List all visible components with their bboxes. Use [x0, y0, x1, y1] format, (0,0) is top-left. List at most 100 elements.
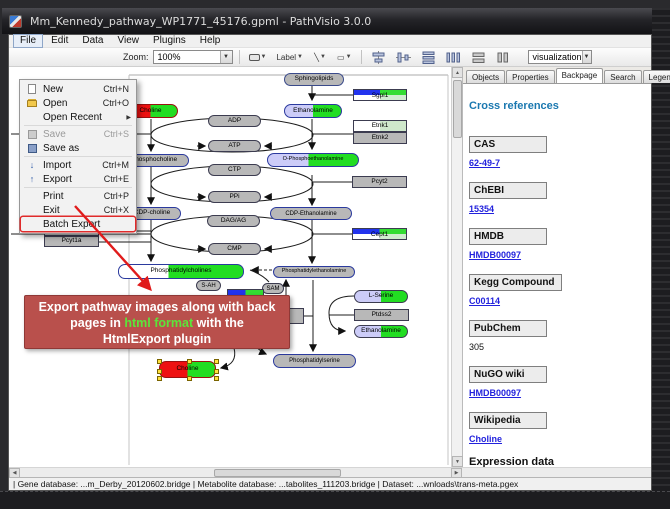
file-menu-item-import[interactable]: ↓ImportCtrl+M [21, 158, 135, 172]
menu-data[interactable]: Data [76, 35, 109, 47]
annotation-box: Export pathway images along with back pa… [24, 295, 290, 349]
zoom-label: Zoom: [123, 52, 149, 62]
file-menu-item-save-as[interactable]: Save as [21, 141, 135, 155]
pathway-node-sam[interactable]: SAM [262, 283, 284, 294]
chevron-down-icon[interactable]: ▼ [297, 54, 303, 60]
expression-data-heading: Expression data [469, 456, 643, 467]
menu-separator [24, 187, 132, 188]
scroll-right-icon[interactable]: ▶ [451, 468, 462, 478]
scroll-up-icon[interactable]: ▲ [452, 67, 463, 78]
horizontal-scroll-thumb[interactable] [214, 469, 341, 477]
import-icon: ↓ [24, 161, 40, 170]
pathway-node-dag-ag[interactable]: DAG/AG [207, 215, 260, 227]
selection-handle[interactable] [214, 369, 219, 374]
tab-search[interactable]: Search [604, 70, 641, 83]
pathway-node-cdp-ethanolamine[interactable]: CDP-Ethanolamine [270, 207, 352, 220]
xref-link-c00114[interactable]: C00114 [469, 296, 500, 306]
pathway-node-phosphatidylserine[interactable]: Phosphatidylserine [273, 354, 356, 368]
selection-handle[interactable] [214, 376, 219, 381]
pathway-node-cmp[interactable]: CMP [208, 243, 261, 255]
pathway-node-atp[interactable]: ATP [208, 140, 261, 152]
pathway-node-ethanolamine[interactable]: Ethanolamine [284, 104, 342, 118]
pathway-node-l-serine[interactable]: L-Serine [354, 290, 408, 303]
xref-value-nugo-wiki: HMDB00097 [469, 388, 643, 398]
backpage-panel[interactable]: Cross references CAS62-49-7ChEBI15354HMD… [463, 83, 651, 467]
menu-file[interactable]: File [13, 34, 43, 48]
file-menu-item-open[interactable]: OpenCtrl+O [21, 96, 135, 110]
file-menu-item-batch-export[interactable]: Batch Export [21, 217, 135, 231]
menu-help[interactable]: Help [194, 35, 227, 47]
file-menu-item-export[interactable]: ↑ExportCtrl+E [21, 172, 135, 186]
pathway-node-sgpl1[interactable]: Sgpl1 [353, 89, 407, 101]
pathway-node-etnk2[interactable]: Etnk2 [353, 132, 407, 144]
title-bar[interactable]: Mm_Kennedy_pathway_WP1771_45176.gpml - P… [2, 8, 668, 34]
xref-link-choline[interactable]: Choline [469, 434, 502, 444]
common-height-button[interactable] [493, 49, 514, 65]
pathway-node-pcyt1a[interactable]: Pcyt1a [44, 236, 99, 247]
pathway-node-pcyt2[interactable]: Pcyt2 [352, 176, 407, 188]
pathway-node-adp[interactable]: ADP [208, 115, 261, 127]
common-width-button[interactable] [468, 49, 489, 65]
xref-link-hmdb00097[interactable]: HMDB00097 [469, 388, 521, 398]
toolbar: Zoom: 100% ▼ ▼ Label ▼ ╲ ▼ ▭ ▼ [9, 48, 651, 67]
status-bar: | Gene database: ...m_Derby_20120602.bri… [9, 477, 651, 490]
xref-link-62-49-7[interactable]: 62-49-7 [469, 158, 500, 168]
file-menu-item-open-recent[interactable]: Open Recent▶ [21, 110, 135, 124]
selection-handle[interactable] [157, 376, 162, 381]
align-center-y-button[interactable] [393, 49, 414, 65]
selection-handle[interactable] [187, 376, 192, 381]
pathway-node-s-ah[interactable]: S-AH [196, 280, 221, 291]
pathway-node-ptdss2[interactable]: Ptdss2 [354, 309, 409, 321]
new-line-button[interactable]: ╲ ▼ [310, 49, 330, 65]
menu-edit[interactable]: Edit [45, 35, 74, 47]
file-menu-item-new[interactable]: NewCtrl+N [21, 82, 135, 96]
new-shape-button[interactable]: ▭ ▼ [334, 49, 355, 65]
new-label-button[interactable]: Label ▼ [273, 49, 306, 65]
scroll-left-icon[interactable]: ◀ [9, 468, 20, 478]
xref-header-hmdb: HMDB [469, 228, 547, 245]
scroll-down-icon[interactable]: ▼ [452, 456, 463, 467]
visualization-caret-icon[interactable]: ▼ [582, 51, 591, 63]
selection-handle[interactable] [187, 359, 192, 364]
pathway-node-o-phosphoethanolamine[interactable]: O-Phosphoethanolamine [267, 153, 359, 167]
menu-plugins[interactable]: Plugins [147, 35, 192, 47]
tab-legend[interactable]: Legend [643, 70, 670, 83]
xref-link-15354[interactable]: 15354 [469, 204, 494, 214]
selection-handle[interactable] [157, 369, 162, 374]
pathway-node-cept1[interactable]: Cept1 [352, 228, 407, 240]
chevron-down-icon[interactable]: ▼ [346, 54, 352, 60]
sidebar-tabbar: ObjectsPropertiesBackpageSearchLegend [463, 67, 651, 83]
selection-handle[interactable] [157, 359, 162, 364]
file-menu-item-exit[interactable]: ExitCtrl+X [21, 203, 135, 217]
file-menu-item-save[interactable]: SaveCtrl+S [21, 127, 135, 141]
align-center-x-button[interactable] [368, 49, 389, 65]
tab-backpage[interactable]: Backpage [556, 68, 604, 83]
menu-view[interactable]: View [111, 35, 145, 47]
pathway-node-ctp[interactable]: CTP [208, 164, 261, 176]
distribute-horizontal-button[interactable] [443, 49, 464, 65]
tab-properties[interactable]: Properties [506, 70, 554, 83]
pathway-node-ethanolamine[interactable]: Ethanolamine [354, 325, 408, 338]
distribute-vertical-button[interactable] [418, 49, 439, 65]
chevron-down-icon[interactable]: ▼ [320, 54, 326, 60]
canvas-vertical-scrollbar[interactable]: ▲ ▼ [451, 67, 462, 467]
zoom-caret-icon[interactable]: ▼ [220, 51, 232, 63]
menu-bar: FileEditDataViewPluginsHelp [9, 35, 651, 48]
selection-handle[interactable] [214, 359, 219, 364]
zoom-combobox[interactable]: 100% ▼ [153, 50, 233, 64]
file-menu-item-print[interactable]: PrintCtrl+P [21, 189, 135, 203]
distribute-horizontal-icon [446, 51, 461, 64]
xref-link-hmdb00097[interactable]: HMDB00097 [469, 250, 521, 260]
chevron-down-icon[interactable]: ▼ [261, 54, 267, 60]
new-datanode-button[interactable]: ▼ [246, 49, 270, 65]
tab-objects[interactable]: Objects [466, 70, 505, 83]
vertical-scroll-thumb[interactable] [453, 80, 462, 138]
pathway-node-ppi[interactable]: PPi [208, 191, 261, 203]
pathway-node-phosphatidylethanolamine[interactable]: Phosphatidylethanolamine [273, 266, 355, 278]
visualization-combobox[interactable]: visualization ▼ [528, 50, 592, 64]
pathway-node-phosphatidylcholines[interactable]: Phosphatidylcholines [118, 264, 244, 279]
pathway-node-choline[interactable]: Choline [159, 361, 216, 378]
canvas-horizontal-scrollbar[interactable]: ◀ ▶ [9, 467, 651, 477]
pathway-node-etnk1[interactable]: Etnk1 [353, 120, 407, 132]
pathway-node-sphingolipids[interactable]: Sphingolipids [284, 73, 344, 86]
